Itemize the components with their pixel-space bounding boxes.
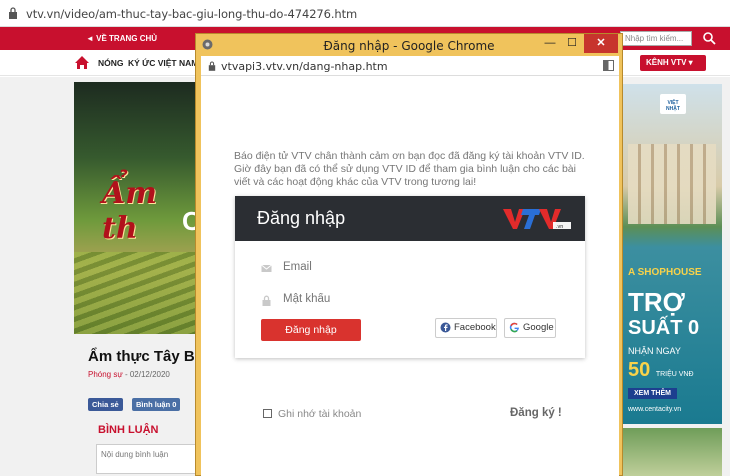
hero-image[interactable]: Ẩm th C xyxy=(74,82,196,334)
ad-line-4: NHẬN NGAY xyxy=(628,346,681,356)
facebook-label: Facebook xyxy=(454,322,496,333)
comment-count-button[interactable]: Bình luận 0 xyxy=(132,398,181,411)
ad-line-3: SUẤT 0 xyxy=(628,317,700,339)
ad-logo: VIỆT NHẬT xyxy=(660,94,686,114)
minimize-button[interactable]: — xyxy=(539,34,561,53)
share-label: Chia sẻ xyxy=(92,400,119,409)
comment-count-label: Bình luận xyxy=(136,400,171,409)
terraces-image xyxy=(74,252,196,334)
ad-site: www.centacity.vn xyxy=(628,406,682,413)
maximize-button[interactable]: ☐ xyxy=(561,34,583,53)
intro-text: Báo điện tử VTV chân thành cảm ơn bạn đọ… xyxy=(234,150,585,188)
facebook-icon xyxy=(440,322,451,333)
translate-icon[interactable] xyxy=(603,60,614,71)
password-field-row xyxy=(261,292,561,312)
google-login-button[interactable]: Google xyxy=(504,318,556,338)
comment-input[interactable]: Nội dung bình luận xyxy=(96,444,196,474)
login-card-header: Đăng nhập .vn xyxy=(235,196,585,241)
advertisement-banner-2[interactable] xyxy=(622,428,722,476)
ad-amount: 50 TRIỆU VNĐ xyxy=(628,359,694,382)
nav-item-nong[interactable]: NÓNG xyxy=(98,58,124,68)
ad-more-button[interactable]: XEM THÊM xyxy=(628,388,677,399)
google-label: Google xyxy=(523,322,554,333)
popup-url-bar[interactable]: vtvapi3.vtv.vn/dang-nhap.htm xyxy=(201,56,619,76)
email-field[interactable] xyxy=(283,261,533,273)
login-popup-window: Đăng nhập - Google Chrome — ☐ ✕ vtvapi3.… xyxy=(195,33,623,476)
comment-count: 0 xyxy=(172,400,177,409)
ad-amount-value: 50 xyxy=(628,359,651,381)
register-link[interactable]: Đăng ký ! xyxy=(510,407,562,419)
comments-heading: BÌNH LUẬN xyxy=(98,424,159,436)
popup-content: Báo điện tử VTV chân thành cảm ơn bạn đọ… xyxy=(201,76,619,476)
lock-icon xyxy=(9,7,17,19)
password-field[interactable] xyxy=(283,293,533,305)
envelope-icon xyxy=(261,264,272,272)
login-button[interactable]: Đăng nhập xyxy=(261,319,361,341)
lock-icon xyxy=(208,61,216,71)
email-field-row xyxy=(261,260,561,280)
lock-icon xyxy=(262,295,271,306)
remember-checkbox[interactable] xyxy=(263,409,272,418)
close-button[interactable]: ✕ xyxy=(584,34,618,53)
facebook-login-button[interactable]: Facebook xyxy=(435,318,497,338)
vtv-logo: .vn xyxy=(503,209,571,230)
browser-url[interactable]: vtv.vn/video/am-thuc-tay-bac-giu-long-th… xyxy=(26,7,357,21)
article-meta: Phóng sự - 02/12/2020 xyxy=(88,370,170,379)
vtv-logo-suffix: .vn xyxy=(556,224,563,230)
ad-line-1: A SHOPHOUSE xyxy=(628,267,702,278)
advertisement-banner[interactable]: VIỆT NHẬT A SHOPHOUSE TRỢ SUẤT 0 NHẬN NG… xyxy=(622,84,722,424)
home-icon[interactable] xyxy=(74,55,90,70)
remember-label: Ghi nhớ tài khoản xyxy=(278,408,362,420)
hero-title-big: C xyxy=(182,206,196,236)
article-date: - 02/12/2020 xyxy=(124,370,170,379)
search-icon[interactable] xyxy=(702,31,716,45)
ad-line-2: TRỢ xyxy=(628,287,685,317)
kenh-vtv-button[interactable]: KÊNH VTV ▾ xyxy=(640,55,706,71)
ad-houses-image xyxy=(628,144,716,224)
ad-amount-unit: TRIỆU VNĐ xyxy=(655,371,694,378)
popup-url[interactable]: vtvapi3.vtv.vn/dang-nhap.htm xyxy=(221,60,388,73)
site-search-input[interactable]: Nhập tìm kiếm... xyxy=(620,31,692,46)
share-button[interactable]: Chia sẻ xyxy=(88,398,123,411)
home-link[interactable]: ◄ VỀ TRANG CHỦ xyxy=(86,34,157,43)
login-card: Đăng nhập .vn Đăng nhập F xyxy=(235,196,585,358)
google-icon xyxy=(509,322,519,333)
nav-item-ky-uc[interactable]: KÝ ỨC VIỆT NAM xyxy=(128,58,198,68)
browser-address-bar[interactable]: vtv.vn/video/am-thuc-tay-bac-giu-long-th… xyxy=(0,0,730,27)
article-category[interactable]: Phóng sự xyxy=(88,370,123,379)
popup-titlebar[interactable]: Đăng nhập - Google Chrome — ☐ ✕ xyxy=(196,34,622,56)
login-heading: Đăng nhập xyxy=(257,208,346,228)
